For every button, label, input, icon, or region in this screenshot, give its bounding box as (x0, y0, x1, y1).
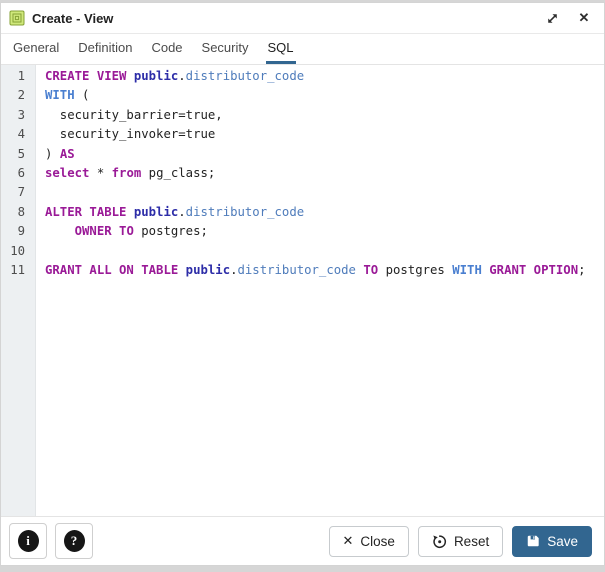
close-button[interactable]: Close (328, 525, 409, 557)
line-number: 4 (17, 127, 25, 142)
line-number: 11 (10, 263, 25, 278)
question-circle-icon (63, 530, 85, 552)
line-number: 1 (17, 69, 25, 83)
dialog-titlebar: Create - View (1, 3, 604, 34)
code-line: security_barrier=true, (45, 107, 223, 122)
line-number: 3 (17, 107, 25, 122)
line-number: 8 (17, 204, 25, 219)
save-button-label: Save (547, 533, 578, 549)
line-number: 10 (10, 243, 25, 258)
save-icon (526, 534, 540, 548)
tab-security[interactable]: Security (200, 34, 251, 64)
line-number: 2 (17, 88, 25, 103)
sql-code-area[interactable]: CREATE VIEW public.distributor_code WITH … (36, 65, 604, 516)
help-button[interactable] (55, 523, 93, 559)
line-number: 9 (17, 224, 25, 239)
tab-sql[interactable]: SQL (265, 34, 296, 64)
info-circle-icon (17, 530, 39, 552)
line-number: 7 (17, 185, 25, 200)
create-view-dialog: Create - View General Definition Code Secur… (0, 2, 605, 566)
titlebar-controls (544, 10, 592, 26)
close-button-label: Close (360, 533, 395, 549)
line-number: 6 (17, 166, 25, 181)
code-line: ) AS (45, 146, 75, 161)
code-line: security_invoker=true (45, 127, 216, 142)
close-x-icon[interactable] (576, 10, 592, 26)
line-number-gutter: 1 2 3 4 5 6 7 8 9 10 11 (1, 65, 36, 516)
code-line: GRANT ALL ON TABLE public.distributor_co… (45, 263, 586, 278)
reset-icon (432, 534, 447, 549)
info-button[interactable] (9, 523, 47, 559)
reset-button[interactable]: Reset (417, 525, 504, 557)
tab-code[interactable]: Code (149, 34, 184, 64)
dialog-footer: Close Reset Save (1, 516, 604, 565)
code-line: select * from pg_class; (45, 166, 216, 181)
tab-definition[interactable]: Definition (76, 34, 134, 64)
line-number: 5 (17, 146, 25, 161)
save-button[interactable]: Save (512, 525, 592, 557)
tab-general[interactable]: General (11, 34, 61, 64)
dialog-title: Create - View (32, 10, 114, 26)
dialog-tabs: General Definition Code Security SQL (1, 34, 604, 65)
expand-diagonal-icon[interactable] (544, 10, 560, 26)
code-line: WITH ( (45, 88, 90, 103)
code-line: OWNER TO postgres; (74, 224, 208, 239)
sql-editor[interactable]: 1 2 3 4 5 6 7 8 9 10 11 CREATE VIEW public.distrib… (1, 65, 604, 516)
code-line: CREATE VIEW public.distributor_code (45, 69, 305, 83)
close-x-button-icon (343, 533, 354, 549)
view-icon (9, 10, 25, 26)
code-line: ALTER TABLE public.distributor_code (45, 204, 305, 219)
reset-button-label: Reset (453, 533, 490, 549)
